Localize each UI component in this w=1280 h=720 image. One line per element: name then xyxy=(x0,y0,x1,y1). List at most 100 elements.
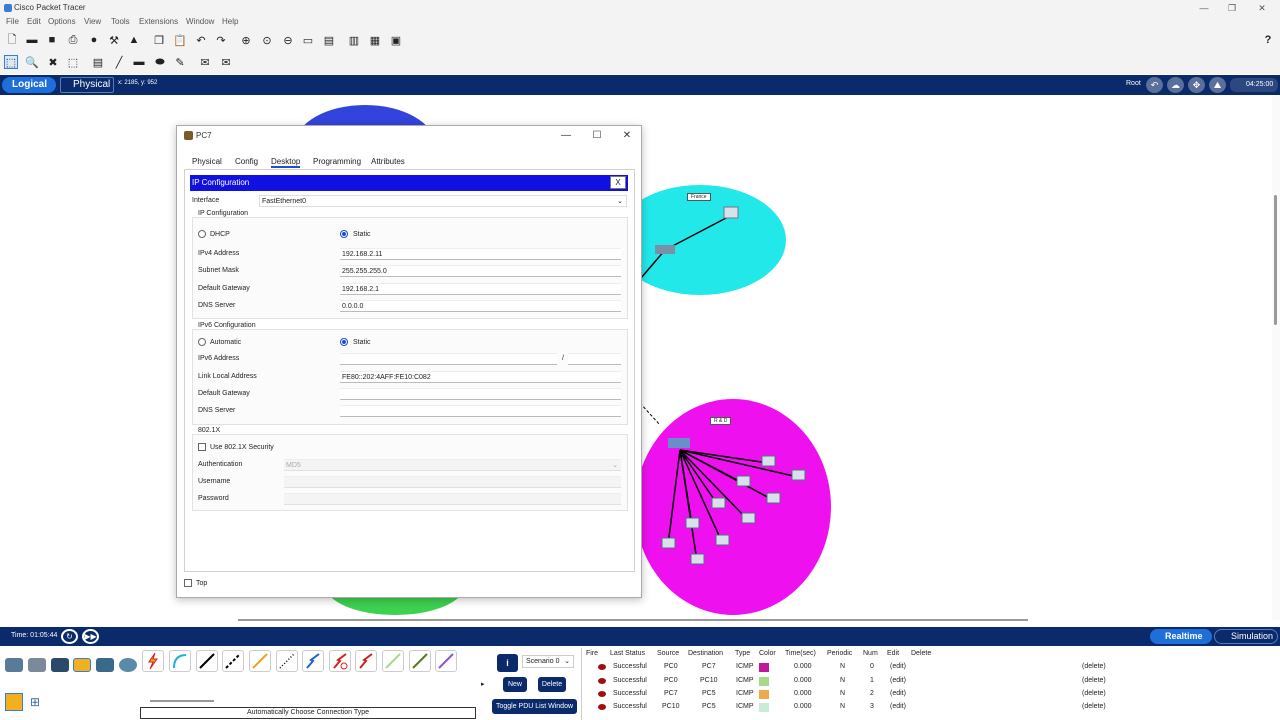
ipv6-dns-field[interactable] xyxy=(340,405,621,417)
misc-icon[interactable] xyxy=(96,658,114,672)
link-local-field[interactable]: FE80::202:4AFF:FE10:C082 xyxy=(340,371,621,383)
row-edit-link[interactable]: (edit) xyxy=(890,703,906,710)
delete-scenario-button[interactable]: Delete xyxy=(538,677,566,692)
default-gateway-field[interactable]: 192.168.2.1 xyxy=(340,283,621,295)
dialog-maximize-button[interactable]: ☐ xyxy=(588,129,606,143)
grid-icon[interactable]: ⊞ xyxy=(30,695,40,709)
tab-physical[interactable]: Physical xyxy=(192,157,222,166)
paste-icon[interactable]: 📋 xyxy=(173,33,187,47)
realtime-mode-button[interactable]: Realtime xyxy=(1150,629,1212,644)
coaxial-icon[interactable] xyxy=(302,650,324,672)
use-8021x-checkbox[interactable] xyxy=(198,443,206,451)
subnet-mask-field[interactable]: 255.255.255.0 xyxy=(340,265,621,277)
menu-options[interactable]: Options xyxy=(48,17,76,26)
horizontal-scroll-thumb[interactable] xyxy=(238,619,1028,621)
simulation-mode-button[interactable]: Simulation xyxy=(1214,629,1278,644)
zoom-reset-icon[interactable]: ⊙ xyxy=(260,33,274,47)
copy-icon[interactable]: ❐ xyxy=(152,33,166,47)
username-field[interactable] xyxy=(284,476,621,488)
expand-arrow-icon[interactable]: ▸ xyxy=(481,680,485,688)
select-icon[interactable]: ⬚ xyxy=(4,55,18,69)
console-cable-icon[interactable] xyxy=(169,650,191,672)
row-delete-link[interactable]: (delete) xyxy=(1082,690,1106,697)
fiber-icon[interactable] xyxy=(249,650,271,672)
logical-view-tab[interactable]: Logical xyxy=(2,77,56,93)
vertical-scroll-thumb[interactable] xyxy=(1274,195,1277,325)
row-delete-link[interactable]: (delete) xyxy=(1082,677,1106,684)
france-label[interactable]: France xyxy=(687,193,711,201)
usb-cable-icon[interactable] xyxy=(435,650,457,672)
fast-forward-icon[interactable]: ▶▶ xyxy=(82,629,99,644)
fire-icon[interactable] xyxy=(598,664,606,670)
zoom-out-icon[interactable]: ⊖ xyxy=(281,33,295,47)
fire-icon[interactable] xyxy=(598,704,606,710)
end-devices-icon[interactable] xyxy=(28,658,46,672)
connections-subcategory-icon[interactable] xyxy=(5,693,23,711)
print-icon[interactable]: ⎙ xyxy=(66,33,80,47)
connections-icon[interactable] xyxy=(73,658,91,672)
help-icon[interactable]: ? xyxy=(1261,33,1275,47)
draw-line-icon[interactable]: ╱ xyxy=(112,55,126,69)
close-button[interactable]: ✕ xyxy=(1250,1,1274,15)
draw-ellipse-icon[interactable]: ⬬ xyxy=(153,55,167,69)
network-devices-icon[interactable] xyxy=(5,658,23,672)
undo-icon[interactable]: ↶ xyxy=(194,33,208,47)
landscape-icon[interactable]: ⛰ xyxy=(1209,77,1226,93)
dhcp-radio[interactable] xyxy=(198,230,206,238)
crossover-icon[interactable] xyxy=(222,650,244,672)
ipv6-automatic-radio[interactable] xyxy=(198,338,206,346)
minimize-button[interactable]: — xyxy=(1192,1,1216,15)
delete-icon[interactable]: ✖ xyxy=(46,55,60,69)
menu-window[interactable]: Window xyxy=(186,17,214,26)
pdu-list-icon[interactable]: ▥ xyxy=(347,33,361,47)
dialog-close-button[interactable]: ✕ xyxy=(618,129,636,143)
authentication-select[interactable]: MD5 ⌄ xyxy=(284,459,621,471)
drawing-palette-icon[interactable]: ▭ xyxy=(301,33,315,47)
menu-file[interactable]: File xyxy=(6,17,19,26)
info-button[interactable]: i xyxy=(497,654,518,672)
tab-programming[interactable]: Programming xyxy=(313,157,361,166)
menu-extensions[interactable]: Extensions xyxy=(139,17,178,26)
vertical-scrollbar[interactable] xyxy=(1272,95,1280,620)
fire-icon[interactable] xyxy=(598,691,606,697)
save-icon[interactable]: ■ xyxy=(45,33,59,47)
fire-icon[interactable] xyxy=(598,678,606,684)
phone-cable-icon[interactable] xyxy=(276,650,298,672)
info-icon[interactable]: ● xyxy=(87,33,101,47)
ipv6-prefix-field[interactable] xyxy=(568,353,621,365)
row-delete-link[interactable]: (delete) xyxy=(1082,703,1106,710)
toggle-pdu-list-button[interactable]: Toggle PDU List Window xyxy=(492,699,577,714)
add-complex-pdu-icon[interactable]: ✉ xyxy=(219,55,233,69)
row-edit-link[interactable]: (edit) xyxy=(890,677,906,684)
draw-rectangle-icon[interactable]: ▬ xyxy=(132,55,146,69)
custom-device-dialog-icon[interactable]: ▤ xyxy=(322,33,336,47)
scenario-select[interactable]: Scenario 0 ⌄ xyxy=(522,655,574,668)
screenshot-icon[interactable]: ▣ xyxy=(389,33,403,47)
freeform-icon[interactable]: ✎ xyxy=(173,55,187,69)
multiuser-icon[interactable] xyxy=(119,658,137,672)
open-folder-icon[interactable]: ▬ xyxy=(25,33,39,47)
dns-server-field[interactable]: 0.0.0.0 xyxy=(340,300,621,312)
inspect-icon[interactable]: 🔍 xyxy=(25,55,39,69)
connection-scroll-thumb[interactable] xyxy=(150,700,214,702)
menu-view[interactable]: View xyxy=(84,17,101,26)
resize-shape-icon[interactable]: ⬚ xyxy=(66,55,80,69)
activity-wizard-icon[interactable]: ▲ xyxy=(127,33,141,47)
ipv6-static-radio[interactable] xyxy=(340,338,348,346)
new-file-icon[interactable]: 🗋 xyxy=(5,33,19,47)
ipv6-address-field[interactable] xyxy=(340,353,557,365)
serial-dte-icon[interactable] xyxy=(355,650,377,672)
ip-config-close-button[interactable]: X xyxy=(610,176,626,189)
place-note-icon[interactable]: ▤ xyxy=(91,55,105,69)
custom-devices-icon[interactable]: ⚒ xyxy=(107,33,121,47)
serial-dce-icon[interactable] xyxy=(329,650,351,672)
back-icon[interactable]: ↶ xyxy=(1146,77,1163,93)
interface-select[interactable]: FastEthernet0 ⌄ xyxy=(259,195,627,207)
cluster-icon[interactable]: ☁ xyxy=(1167,77,1184,93)
password-field[interactable] xyxy=(284,493,621,505)
static-radio[interactable] xyxy=(340,230,348,238)
move-viewport-icon[interactable]: ✥ xyxy=(1188,77,1205,93)
zoom-in-icon[interactable]: ⊕ xyxy=(239,33,253,47)
row-edit-link[interactable]: (edit) xyxy=(890,690,906,697)
ipv6-gateway-field[interactable] xyxy=(340,388,621,400)
